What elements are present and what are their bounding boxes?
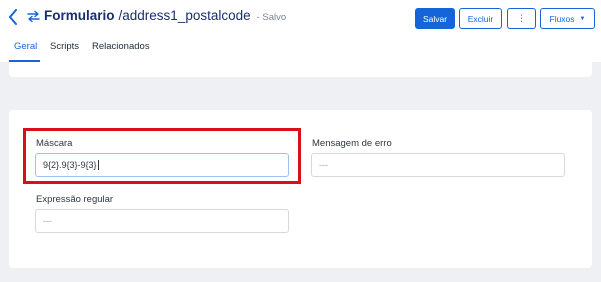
- error-message-placeholder: ---: [319, 160, 328, 170]
- tab-scripts[interactable]: Scripts: [50, 41, 79, 52]
- delete-button[interactable]: Excluir: [459, 8, 502, 29]
- tab-geral[interactable]: Geral: [14, 41, 37, 52]
- previous-section-card: [9, 62, 592, 77]
- save-status: - Salvo: [256, 12, 287, 23]
- entity-name[interactable]: Formulario: [44, 8, 115, 23]
- highlight-box: [23, 128, 301, 184]
- page-title: Formulario / address1_postalcode - Salvo: [44, 8, 286, 26]
- field-name: address1_postalcode: [122, 8, 251, 23]
- save-button[interactable]: Salvar: [415, 8, 455, 29]
- swap-icon: [27, 10, 40, 23]
- chevron-down-icon: ▼: [579, 15, 586, 22]
- regex-input[interactable]: ---: [35, 209, 289, 233]
- tab-relacionados[interactable]: Relacionados: [92, 41, 150, 52]
- error-message-input[interactable]: ---: [311, 153, 565, 177]
- tab-bar: Geral Scripts Relacionados: [0, 38, 601, 62]
- regex-label: Expressão regular: [36, 194, 114, 205]
- regex-placeholder: ---: [43, 216, 52, 226]
- back-arrow-icon[interactable]: [6, 8, 20, 26]
- more-options-button[interactable]: ⋮: [507, 8, 536, 29]
- flows-dropdown-button[interactable]: Fluxos ▼: [540, 8, 595, 29]
- error-message-label: Mensagem de erro: [312, 138, 392, 149]
- top-bar: Formulario / address1_postalcode - Salvo…: [0, 0, 601, 62]
- flows-label: Fluxos: [549, 13, 575, 24]
